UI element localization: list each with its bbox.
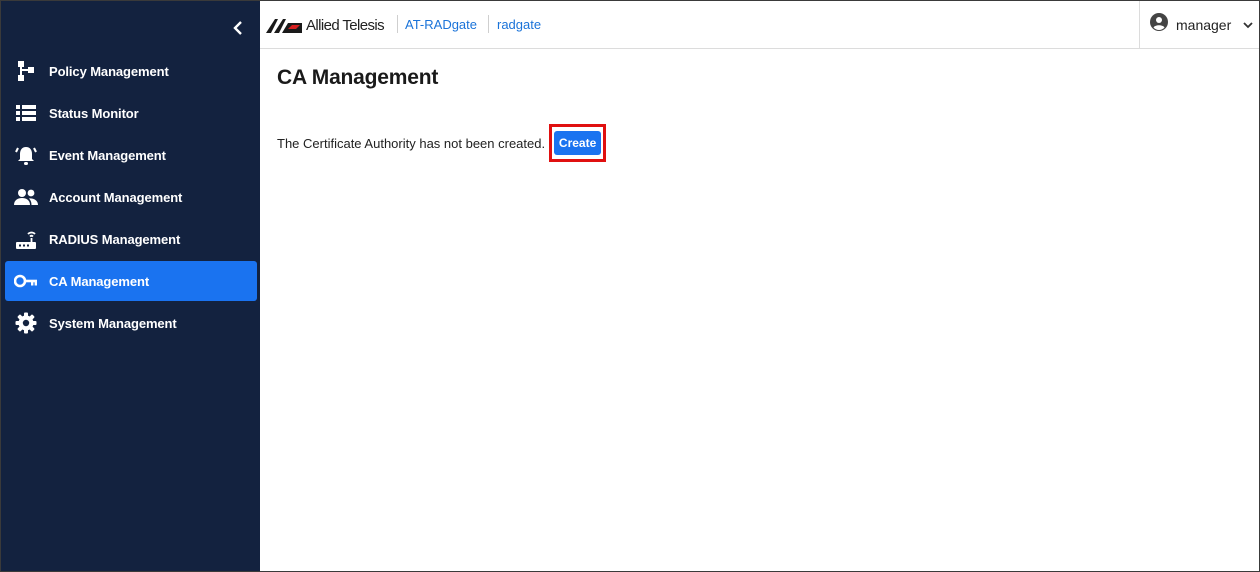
alarm-bell-icon	[14, 143, 38, 167]
sidebar-item-policy-management[interactable]: Policy Management	[5, 51, 257, 91]
router-icon	[14, 227, 38, 251]
sidebar-item-event-management[interactable]: Event Management	[5, 135, 257, 175]
sidebar: Policy Management Status Monitor Event M…	[1, 1, 260, 571]
sidebar-item-account-management[interactable]: Account Management	[5, 177, 257, 217]
divider	[488, 15, 489, 33]
sidebar-item-label: Event Management	[49, 147, 166, 163]
divider	[397, 15, 398, 33]
key-icon	[14, 269, 38, 293]
sidebar-item-label: Account Management	[49, 189, 183, 205]
sidebar-item-system-management[interactable]: System Management	[5, 303, 257, 343]
user-menu[interactable]: manager	[1139, 1, 1259, 48]
account-circle-icon	[1150, 13, 1168, 36]
collapse-sidebar-button[interactable]	[227, 19, 249, 41]
sidebar-item-status-monitor[interactable]: Status Monitor	[5, 93, 257, 133]
chevron-down-icon	[1243, 16, 1253, 34]
people-icon	[14, 185, 38, 209]
list-icon	[14, 101, 38, 125]
breadcrumb-product[interactable]: AT-RADgate	[405, 17, 477, 32]
top-bar: Allied Telesis AT-RADgate radgate manage…	[260, 1, 1259, 49]
allied-telesis-logo[interactable]: Allied Telesis	[266, 17, 385, 34]
policy-tree-icon	[14, 59, 38, 83]
brand-name: Allied Telesis	[306, 17, 385, 34]
chevron-left-icon	[233, 20, 243, 40]
create-ca-button[interactable]: Create	[554, 131, 602, 155]
sidebar-nav: Policy Management Status Monitor Event M…	[5, 51, 257, 345]
sidebar-item-ca-management[interactable]: CA Management	[5, 261, 257, 301]
sidebar-item-radius-management[interactable]: RADIUS Management	[5, 219, 257, 259]
user-name: manager	[1176, 16, 1232, 33]
sidebar-item-label: RADIUS Management	[49, 231, 181, 247]
allied-telesis-logo-mark	[266, 18, 302, 33]
sidebar-item-label: Policy Management	[49, 63, 169, 79]
page-title: CA Management	[277, 66, 439, 89]
main-content: CA Management The Certificate Authority …	[277, 66, 607, 162]
breadcrumb-device[interactable]: radgate	[497, 17, 541, 32]
ca-status-row: The Certificate Authority has not been c…	[277, 124, 607, 162]
sidebar-item-label: Status Monitor	[49, 105, 139, 121]
ca-status-message: The Certificate Authority has not been c…	[277, 135, 546, 151]
sidebar-item-label: CA Management	[49, 273, 150, 289]
sidebar-item-label: System Management	[49, 315, 177, 331]
gear-icon	[14, 311, 38, 335]
highlight-box: Create	[549, 124, 607, 162]
